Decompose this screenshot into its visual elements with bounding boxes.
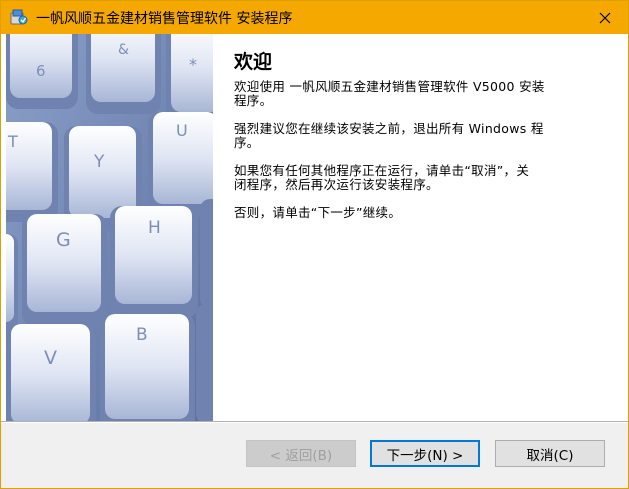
installer-icon (10, 9, 28, 25)
keyboard-image: 6 & * T Y U G H V B (6, 34, 213, 421)
key-label-b: B (136, 325, 148, 345)
welcome-paragraph-2-line-2: 序。 (234, 135, 260, 150)
key-label-t: T (7, 132, 18, 151)
welcome-paragraph-1-line-1: 欢迎使用 一帆风顺五金建材销售管理软件 V5000 安装 (234, 79, 545, 94)
installer-window: 一帆风顺五金建材销售管理软件 安装程序 6 & * T Y U G H V B … (0, 0, 629, 489)
welcome-paragraph-3-line-1: 如果您有任何其他程序正在运行，请单击“取消”，关 (234, 163, 530, 178)
welcome-paragraph-3: 如果您有任何其他程序正在运行，请单击“取消”，关 闭程序，然后再次运行该安装程序… (234, 164, 604, 192)
footer-separator (1, 421, 628, 423)
welcome-paragraph-1-line-2: 程序。 (234, 93, 273, 108)
welcome-panel: 欢迎 欢迎使用 一帆风顺五金建材销售管理软件 V5000 安装 程序。 强烈建议… (234, 50, 604, 234)
cancel-button[interactable]: 取消(C) (495, 440, 605, 467)
welcome-paragraph-3-line-2: 闭程序，然后再次运行该安装程序。 (234, 177, 439, 192)
key-label-asterisk: * (189, 55, 197, 74)
key-label-u: U (176, 121, 188, 140)
next-button[interactable]: 下一步(N) > (370, 440, 480, 467)
welcome-paragraph-2: 强烈建议您在继续该安装之前，退出所有 Windows 程 序。 (234, 122, 604, 150)
welcome-paragraph-2-line-1: 强烈建议您在继续该安装之前，退出所有 Windows 程 (234, 121, 544, 136)
key-label-h: H (148, 218, 161, 238)
key-label-6: 6 (36, 62, 46, 80)
close-icon (599, 12, 611, 23)
title-bar[interactable]: 一帆风顺五金建材销售管理软件 安装程序 (1, 1, 628, 34)
back-button[interactable]: < 返回(B) (246, 440, 356, 467)
close-button[interactable] (582, 1, 628, 34)
key-label-y: Y (93, 152, 105, 172)
welcome-paragraph-4: 否则，请单击“下一步”继续。 (234, 205, 402, 220)
key-label-v: V (44, 347, 57, 369)
welcome-paragraph-1: 欢迎使用 一帆风顺五金建材销售管理软件 V5000 安装 程序。 (234, 80, 604, 108)
content-area: 6 & * T Y U G H V B 欢迎 欢迎使用 一帆风顺五金建材销售管理… (1, 34, 628, 421)
key-label-ampersand: & (118, 42, 129, 58)
welcome-title: 欢迎 (234, 51, 273, 73)
window-title: 一帆风顺五金建材销售管理软件 安装程序 (36, 11, 293, 27)
key-label-g: G (56, 229, 71, 251)
